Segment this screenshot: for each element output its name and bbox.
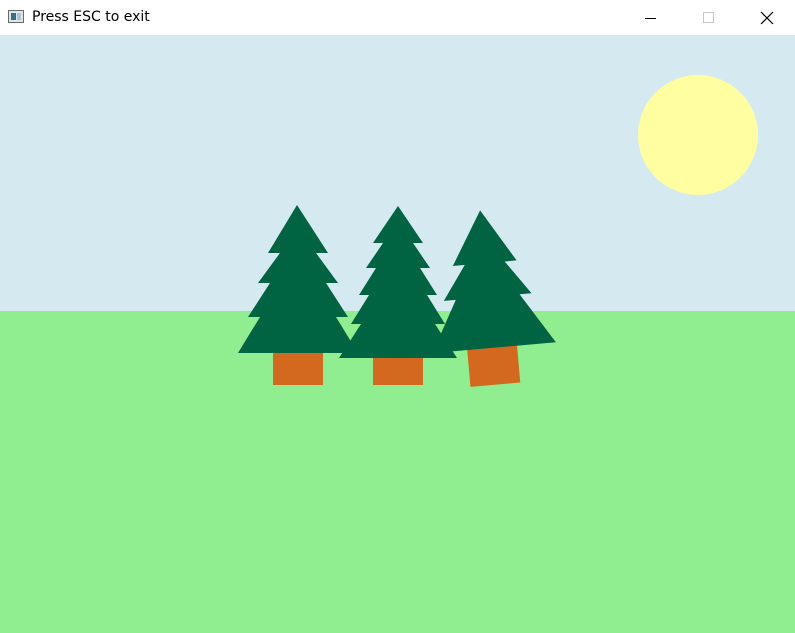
sun (638, 75, 758, 195)
minimize-button[interactable] (622, 0, 680, 35)
title-bar[interactable]: Press ESC to exit (0, 0, 795, 35)
close-button[interactable] (738, 0, 795, 35)
tree-trunk (373, 355, 423, 385)
minimize-icon (645, 17, 656, 19)
close-icon (760, 11, 774, 24)
app-window-icon (8, 10, 24, 23)
maximize-icon (703, 11, 714, 23)
app-window: Press ESC to exit (0, 0, 795, 633)
tree-trunk (273, 349, 323, 385)
scene-canvas (0, 35, 795, 633)
tree-trunk (467, 344, 521, 387)
window-title: Press ESC to exit (32, 9, 150, 25)
maximize-button[interactable] (680, 0, 738, 35)
